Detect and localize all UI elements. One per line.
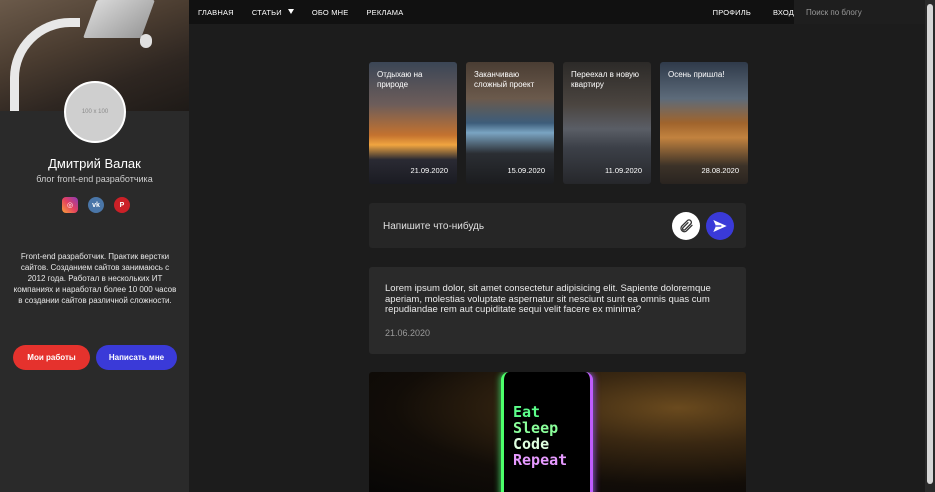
search-input[interactable] [794,0,925,24]
my-works-button[interactable]: Мои работы [13,345,90,370]
scrollbar-thumb[interactable] [927,4,933,484]
nav-profile[interactable]: ПРОФИЛЬ [713,8,751,17]
profile-name: Дмитрий Валак [48,156,141,171]
profile-bio: Front-end разработчик. Практик верстки с… [13,252,177,305]
text-post: Lorem ipsum dolor, sit amet consectetur … [369,267,746,354]
attach-button[interactable] [672,212,700,240]
nav-right-group: ПРОФИЛЬ ВХОД [691,0,794,24]
story-card-date: 21.09.2020 [410,166,448,175]
story-card[interactable]: Отдыхаю на природе 21.09.2020 [369,62,457,184]
pinterest-icon[interactable]: P [114,197,130,213]
paperclip-icon [680,219,693,233]
write-me-button[interactable]: Написать мне [96,345,177,370]
post-date: 21.06.2020 [385,328,431,338]
vk-icon[interactable]: vk [88,197,104,213]
avatar: 100 x 100 [64,81,126,143]
chevron-down-icon [287,8,294,14]
nav-articles[interactable]: СТАТЬИ [252,8,294,17]
story-card-title: Осень пришла! [668,70,725,79]
story-card-title: Переехал в новую квартиру [571,70,640,89]
nav-articles-label: СТАТЬИ [251,7,282,17]
story-card-date: 15.09.2020 [507,166,545,175]
story-card-title: Заканчиваю сложный проект [474,70,535,89]
story-card-title: Отдыхаю на природе [377,70,423,89]
post-body: Lorem ipsum dolor, sit amet consectetur … [385,283,711,315]
post-composer [369,203,746,248]
send-icon [713,220,727,232]
social-links: ◎ vk P [62,197,130,213]
cover-mouse-shape [140,34,152,48]
story-card-date: 28.08.2020 [701,166,739,175]
neon-line: Code [513,435,550,453]
neon-line: Repeat [513,451,568,469]
top-navigation: ГЛАВНАЯ СТАТЬИ ОБО МНЕ РЕКЛАМА ПРОФИЛЬ В… [189,0,935,24]
nav-ads[interactable]: РЕКЛАМА [366,8,403,17]
avatar-placeholder-label: 100 x 100 [81,109,109,115]
profile-sidebar: 100 x 100 Дмитрий Валак блог front-end р… [0,0,189,492]
send-button[interactable] [706,212,734,240]
composer-input[interactable] [383,217,663,235]
page-scrollbar[interactable] [925,0,935,492]
story-card[interactable]: Переехал в новую квартиру 11.09.2020 [563,62,651,184]
nav-about[interactable]: ОБО МНЕ [312,8,349,17]
neon-line: Eat [513,403,541,421]
story-cards: Отдыхаю на природе 21.09.2020 Заканчиваю… [369,62,748,184]
neon-line: Sleep [513,419,559,437]
image-post: Eat Sleep Code Repeat [369,372,746,492]
neon-text: Eat Sleep Code Repeat [513,404,567,468]
profile-subtitle: блог front-end разработчика [36,174,153,184]
nav-login[interactable]: ВХОД [773,8,794,17]
cover-laptop-shape [83,0,155,38]
nav-home[interactable]: ГЛАВНАЯ [198,8,234,17]
story-card[interactable]: Заканчиваю сложный проект 15.09.2020 [466,62,554,184]
story-card-date: 11.09.2020 [605,166,642,175]
instagram-icon[interactable]: ◎ [62,197,78,213]
story-card[interactable]: Осень пришла! 28.08.2020 [660,62,748,184]
